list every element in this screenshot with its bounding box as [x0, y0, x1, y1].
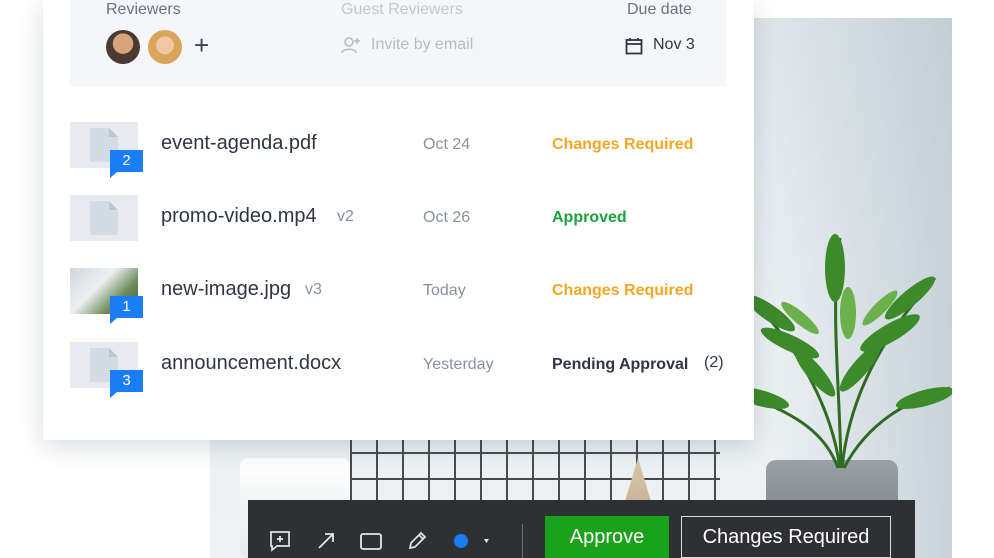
file-row[interactable]: 1 new-image.jpg v3 Today Changes Require…	[70, 268, 750, 328]
invite-user-icon	[340, 36, 362, 59]
file-name[interactable]: event-agenda.pdf	[161, 132, 317, 155]
status-badge: Approved	[552, 209, 627, 226]
file-version: v3	[305, 281, 322, 298]
due-date-value[interactable]: Nov 3	[653, 36, 695, 54]
reviewers-label: Reviewers	[106, 1, 181, 18]
file-date: Yesterday	[423, 356, 494, 373]
file-row[interactable]: 2 event-agenda.pdf Oct 24 Changes Requir…	[70, 122, 750, 182]
toolbar-divider	[522, 524, 523, 558]
pencil-icon[interactable]	[404, 528, 430, 554]
document-icon	[90, 201, 118, 235]
approve-button[interactable]: Approve	[545, 516, 669, 558]
add-reviewer-icon[interactable]: +	[194, 31, 209, 59]
comment-count-badge[interactable]: 3	[110, 370, 143, 398]
status-badge: Pending Approval	[552, 356, 689, 373]
comment-count-badge[interactable]: 1	[110, 296, 143, 324]
file-date: Oct 26	[423, 209, 471, 226]
file-date: Today	[423, 282, 466, 299]
rectangle-icon[interactable]	[358, 528, 384, 554]
annotation-toolbar: Approve Changes Required	[248, 500, 915, 558]
file-version: v2	[337, 208, 354, 225]
file-date: Oct 24	[423, 136, 471, 153]
file-name[interactable]: new-image.jpg	[161, 278, 291, 301]
reviewer-avatar[interactable]	[106, 30, 140, 64]
add-comment-icon[interactable]	[267, 528, 293, 554]
file-row[interactable]: promo-video.mp4 v2 Oct 26 Approved	[70, 195, 750, 255]
file-row[interactable]: 3 announcement.docx Yesterday Pending Ap…	[70, 342, 750, 402]
status-badge: Changes Required	[552, 136, 694, 153]
calendar-icon	[625, 37, 643, 60]
reviewer-avatar[interactable]	[148, 30, 182, 64]
status-badge: Changes Required	[552, 282, 694, 299]
file-thumbnail	[70, 195, 138, 241]
invite-email-input[interactable]: Invite by email	[371, 36, 473, 54]
review-card: Reviewers Guest Reviewers Due date + Inv…	[43, 0, 754, 440]
due-date-label: Due date	[627, 1, 692, 18]
color-picker-icon[interactable]	[451, 528, 495, 554]
comment-count-badge[interactable]: 2	[110, 150, 143, 178]
file-name[interactable]: announcement.docx	[161, 352, 341, 375]
pending-count: (2)	[704, 354, 724, 371]
file-name[interactable]: promo-video.mp4	[161, 205, 317, 228]
arrow-icon[interactable]	[313, 528, 339, 554]
guest-reviewers-label: Guest Reviewers	[341, 1, 463, 18]
review-meta-panel: Reviewers Guest Reviewers Due date + Inv…	[70, 0, 726, 86]
changes-required-button[interactable]: Changes Required	[681, 516, 891, 558]
